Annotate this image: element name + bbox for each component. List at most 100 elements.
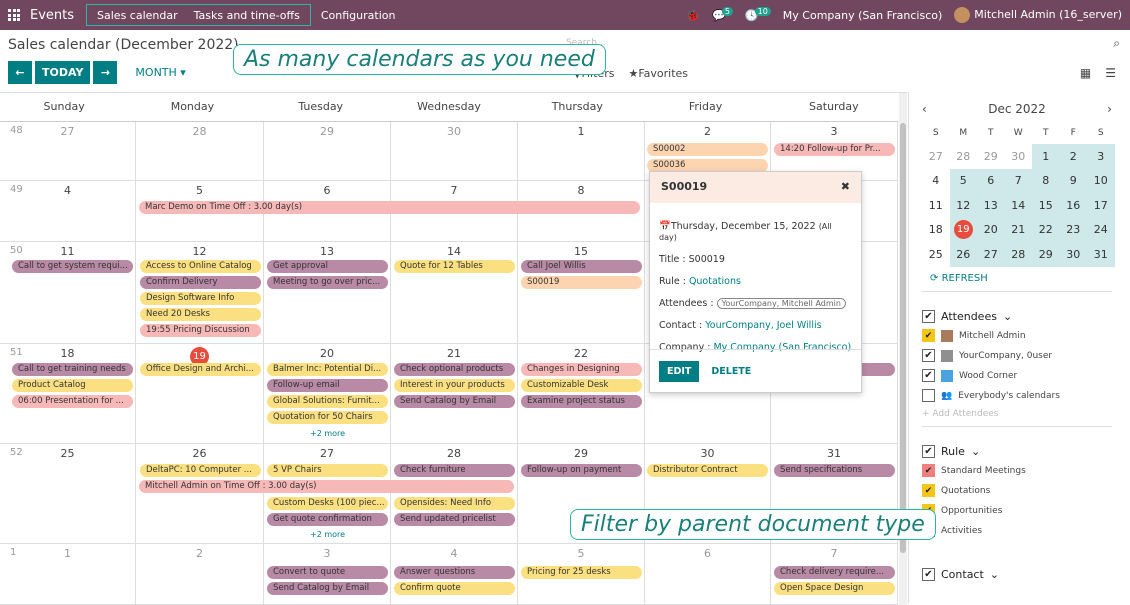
- mini-day[interactable]: 30: [1005, 144, 1033, 169]
- mini-next-icon[interactable]: ›: [1107, 102, 1112, 116]
- mini-day[interactable]: 5: [949, 168, 977, 193]
- day-cell[interactable]: 26: [136, 444, 264, 543]
- day-cell[interactable]: 28: [136, 122, 264, 180]
- calendar-event[interactable]: Meeting to go over pric...: [267, 276, 388, 289]
- mini-day[interactable]: 13: [977, 193, 1005, 218]
- calendar-event[interactable]: Balmer Inc: Potential Di...: [267, 363, 388, 376]
- calendar-event[interactable]: Check optional products: [394, 363, 515, 376]
- calendar-event[interactable]: 19:55 Pricing Discussion: [140, 324, 261, 337]
- calendar-event[interactable]: Quotation for 50 Chairs: [267, 411, 388, 424]
- calendar-event[interactable]: Convert to quote: [267, 566, 388, 579]
- calendar-event[interactable]: Open Space Design: [774, 582, 895, 595]
- mini-day[interactable]: 22: [1032, 217, 1060, 242]
- apps-menu-icon[interactable]: [8, 9, 20, 21]
- mini-day[interactable]: 15: [1032, 193, 1060, 218]
- day-cell[interactable]: 2: [136, 544, 264, 604]
- calendar-event[interactable]: Quote for 12 Tables: [394, 260, 515, 273]
- day-cell[interactable]: 25: [0, 444, 136, 543]
- calendar-event[interactable]: 14:20 Follow-up for Pr...: [774, 143, 895, 156]
- calendar-event[interactable]: Send specifications: [774, 464, 895, 477]
- attendee-checkbox[interactable]: ✔: [922, 349, 935, 362]
- calendar-event[interactable]: Call Joel Willis: [521, 260, 642, 273]
- list-view-icon[interactable]: ☰: [1105, 66, 1116, 80]
- mini-day[interactable]: 26: [949, 242, 977, 267]
- attendee-checkbox[interactable]: ✔: [922, 329, 935, 342]
- attendee-checkbox[interactable]: [922, 389, 935, 402]
- mini-day[interactable]: 4: [922, 169, 950, 194]
- mini-day[interactable]: 2: [1059, 144, 1087, 169]
- close-icon[interactable]: ✖: [841, 180, 850, 195]
- popover-rule-link[interactable]: Quotations: [689, 276, 741, 287]
- calendar-event[interactable]: Mitchell Admin on Time Off : 3.00 day(s): [139, 480, 514, 493]
- day-cell[interactable]: 13: [264, 242, 391, 343]
- calendar-event[interactable]: Distributor Contract: [647, 464, 768, 477]
- calendar-event[interactable]: Opensides: Need Info: [394, 497, 515, 510]
- mini-day[interactable]: 8: [1032, 168, 1060, 193]
- more-events-link[interactable]: +2 more: [310, 429, 345, 438]
- prev-button[interactable]: ←: [8, 61, 32, 84]
- calendar-event[interactable]: Send Catalog by Email: [394, 395, 515, 408]
- mini-day[interactable]: 14: [1004, 193, 1032, 218]
- calendar-event[interactable]: Pricing for 25 desks: [521, 566, 642, 579]
- mini-day[interactable]: 16: [1059, 193, 1087, 218]
- calendar-event[interactable]: Send Catalog by Email: [267, 582, 388, 595]
- mini-day[interactable]: 7: [1004, 168, 1032, 193]
- mini-day[interactable]: 29: [1032, 242, 1060, 267]
- day-cell[interactable]: 4: [0, 181, 136, 241]
- attendees-toggle[interactable]: ✔: [922, 309, 935, 323]
- mini-day[interactable]: 25: [922, 242, 950, 267]
- nav-tasks-timeoffs[interactable]: Tasks and time-offs: [186, 9, 308, 22]
- contact-toggle[interactable]: ✔: [922, 567, 935, 581]
- mini-day[interactable]: 28: [950, 144, 978, 169]
- day-cell[interactable]: 11: [0, 242, 136, 343]
- day-cell[interactable]: 27: [0, 122, 136, 180]
- delete-button[interactable]: DELETE: [711, 366, 751, 377]
- day-cell[interactable]: 15: [518, 242, 645, 343]
- mini-day[interactable]: 27: [977, 242, 1005, 267]
- day-cell[interactable]: 30: [391, 122, 518, 180]
- day-cell[interactable]: 28: [391, 444, 518, 543]
- calendar-event[interactable]: Interest in your products: [394, 379, 515, 392]
- mini-day[interactable]: 1: [1032, 144, 1060, 169]
- favorites-button[interactable]: ★Favorites: [628, 67, 688, 80]
- chevron-down-icon[interactable]: ⌄: [990, 568, 999, 581]
- user-menu[interactable]: Mitchell Admin (16_server): [954, 7, 1122, 23]
- rule-toggle[interactable]: ✔: [922, 444, 935, 458]
- mini-day[interactable]: 23: [1059, 217, 1087, 242]
- app-name[interactable]: Events: [30, 8, 74, 23]
- more-events-link[interactable]: +2 more: [310, 530, 345, 539]
- next-button[interactable]: →: [93, 61, 118, 84]
- activities-icon[interactable]: 🕓10: [745, 6, 771, 22]
- day-cell[interactable]: 1: [0, 544, 136, 604]
- mini-day[interactable]: 27: [922, 144, 950, 169]
- calendar-event[interactable]: S00019: [521, 276, 642, 289]
- mini-day[interactable]: 11: [922, 193, 950, 218]
- mini-day[interactable]: 18: [922, 218, 950, 243]
- calendar-event[interactable]: Follow-up email: [267, 379, 388, 392]
- day-cell[interactable]: 27: [264, 444, 391, 543]
- calendar-view-icon[interactable]: ▦: [1080, 66, 1091, 80]
- calendar-event[interactable]: Global Solutions: Furnit...: [267, 395, 388, 408]
- day-cell[interactable]: 6: [645, 544, 771, 604]
- day-cell[interactable]: 29: [264, 122, 391, 180]
- calendar-event[interactable]: Design Software Info: [140, 292, 261, 305]
- mini-day[interactable]: 20: [977, 217, 1005, 242]
- calendar-event[interactable]: Office Design and Archi...: [140, 363, 261, 376]
- calendar-event[interactable]: Access to Online Catalog: [140, 260, 261, 273]
- debug-icon[interactable]: 🐞: [686, 9, 700, 22]
- calendar-event[interactable]: Examine project status: [521, 395, 642, 408]
- chevron-down-icon[interactable]: ⌄: [971, 445, 980, 458]
- mini-day[interactable]: 19: [949, 217, 977, 242]
- nav-sales-calendar[interactable]: Sales calendar: [89, 9, 186, 22]
- mini-day[interactable]: 6: [977, 168, 1005, 193]
- calendar-event[interactable]: Confirm Delivery: [140, 276, 261, 289]
- company-switcher[interactable]: My Company (San Francisco): [783, 9, 942, 22]
- mini-prev-icon[interactable]: ‹: [922, 102, 927, 116]
- day-cell[interactable]: 1: [518, 122, 645, 180]
- scale-dropdown[interactable]: MONTH ▾: [135, 66, 185, 79]
- add-attendees-input[interactable]: + Add Attendees: [922, 409, 1130, 419]
- search-icon[interactable]: ⌕: [1113, 36, 1120, 51]
- calendar-event[interactable]: Send updated pricelist: [394, 513, 515, 526]
- calendar-event[interactable]: DeltaPC: 10 Computer ...: [140, 464, 261, 477]
- mini-day[interactable]: 9: [1059, 168, 1087, 193]
